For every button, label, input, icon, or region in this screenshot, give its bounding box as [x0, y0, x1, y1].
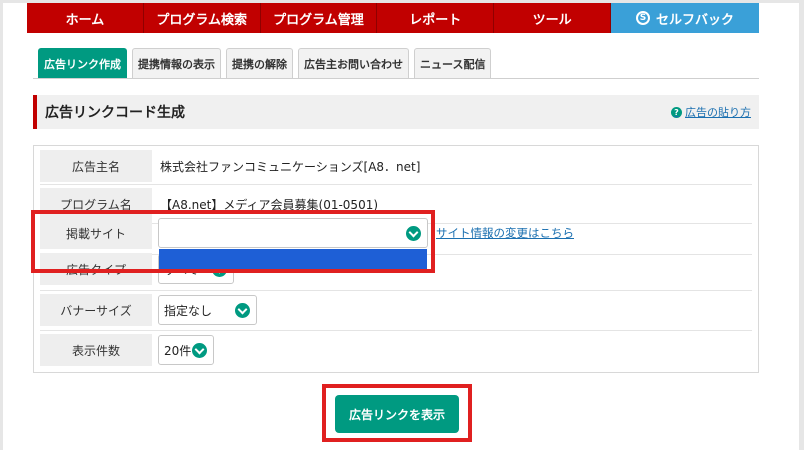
- banner-size-select[interactable]: 指定なし: [158, 295, 257, 325]
- ad-placement-help-link[interactable]: ? 広告の貼り方: [671, 104, 759, 120]
- banner-size-label: バナーサイズ: [40, 294, 152, 326]
- help-icon: ?: [671, 106, 682, 118]
- tab-create-ad-link[interactable]: 広告リンク作成: [38, 48, 127, 78]
- tab-cancel-partnership[interactable]: 提携の解除: [226, 48, 293, 78]
- chevron-down-icon: [235, 303, 250, 318]
- advertiser-value: 株式会社ファンコミュニケーションズ[A8．net]: [160, 159, 421, 174]
- nav-home[interactable]: ホーム: [27, 3, 144, 33]
- row-divider: [40, 330, 752, 331]
- nav-tools[interactable]: ツール: [494, 3, 611, 33]
- annotation-highlight-submit: [322, 384, 472, 442]
- site-info-change-link[interactable]: サイト情報の変更はこちら: [436, 225, 574, 241]
- section-title: 広告リンクコード生成: [45, 105, 185, 121]
- program-tabs: 広告リンク作成 提携情報の表示 提携の解除 広告主お問い合わせ ニュース配信: [38, 48, 496, 78]
- chevron-down-icon: [192, 343, 207, 358]
- top-navigation: ホーム プログラム検索 プログラム管理 レポート ツール S セルフバック: [27, 3, 759, 33]
- section-header: 広告リンクコード生成 ? 広告の貼り方: [33, 95, 759, 129]
- tab-divider: [33, 78, 759, 79]
- help-link-label: 広告の貼り方: [685, 106, 751, 119]
- nav-report[interactable]: レポート: [377, 3, 495, 33]
- form-row-advertiser: 広告主名 株式会社ファンコミュニケーションズ[A8．net]: [40, 150, 752, 182]
- display-count-select-value: 20件: [164, 343, 192, 358]
- display-count-select-wrap: 20件: [158, 334, 214, 366]
- nav-program-management[interactable]: プログラム管理: [260, 3, 378, 33]
- nav-selfback-label: セルフバック: [655, 12, 734, 28]
- annotation-highlight-site: [31, 210, 435, 273]
- selfback-icon: S: [635, 11, 650, 25]
- row-divider: [40, 290, 752, 291]
- banner-size-select-value: 指定なし: [164, 303, 213, 318]
- nav-selfback[interactable]: S セルフバック: [610, 3, 759, 33]
- row-divider: [40, 184, 752, 185]
- nav-program-search[interactable]: プログラム検索: [143, 3, 261, 33]
- tab-news-delivery[interactable]: ニュース配信: [414, 48, 492, 78]
- form-row-banner-size: バナーサイズ 指定なし: [40, 294, 752, 326]
- advertiser-label: 広告主名: [40, 150, 152, 182]
- form-row-display-count: 表示件数 20件: [40, 334, 752, 366]
- display-count-select[interactable]: 20件: [158, 335, 214, 365]
- banner-size-select-wrap: 指定なし: [158, 294, 257, 326]
- tab-partnership-info[interactable]: 提携情報の表示: [132, 48, 221, 78]
- display-count-label: 表示件数: [40, 334, 152, 366]
- tab-advertiser-inquiry[interactable]: 広告主お問い合わせ: [298, 48, 409, 78]
